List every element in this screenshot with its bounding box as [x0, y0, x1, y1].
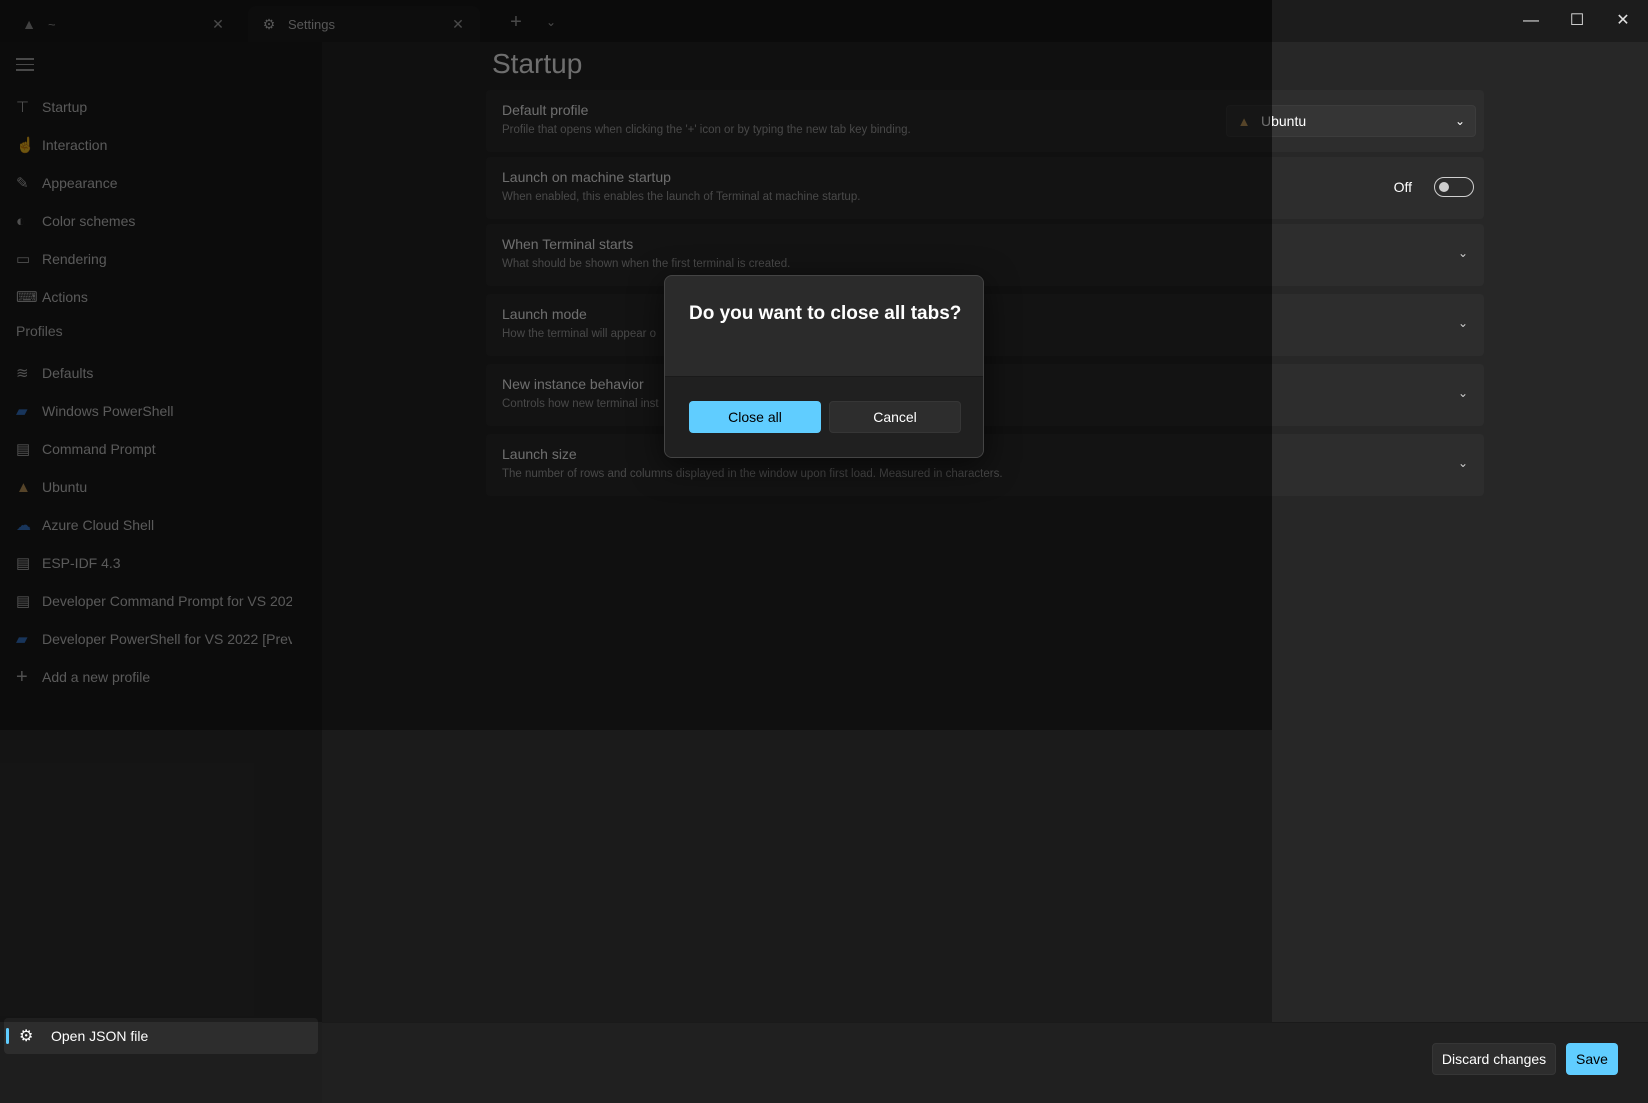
terminal-window: ▲ ~ ✕ ⚙ Settings ✕ + ⌄ — ☐ ✕ ⊤ Startup ☝…: [0, 0, 1648, 1103]
save-button[interactable]: Save: [1566, 1043, 1618, 1075]
open-json-label: Open JSON file: [51, 1028, 149, 1044]
chevron-down-icon[interactable]: ⌄: [1458, 386, 1468, 400]
selection-indicator: [6, 1028, 9, 1044]
cancel-button[interactable]: Cancel: [829, 401, 961, 433]
open-json-file-button[interactable]: ⚙ Open JSON file: [4, 1018, 318, 1054]
chevron-down-icon[interactable]: ⌄: [1458, 456, 1468, 470]
launch-on-startup-toggle[interactable]: [1434, 177, 1474, 197]
dialog-footer: Close all Cancel: [665, 376, 983, 457]
close-all-button[interactable]: Close all: [689, 401, 821, 433]
toggle-state-label: Off: [1393, 179, 1412, 195]
select-value: Ubuntu: [1261, 113, 1307, 129]
launch-on-startup-toggle-wrap: Off: [1394, 177, 1474, 197]
modal-overlay-dark: [0, 0, 1272, 730]
close-all-tabs-dialog: Do you want to close all tabs? Close all…: [664, 275, 984, 458]
discard-changes-button[interactable]: Discard changes: [1432, 1043, 1556, 1075]
minimize-button[interactable]: —: [1508, 0, 1554, 42]
toggle-knob: [1439, 182, 1449, 192]
chevron-down-icon[interactable]: ⌄: [1458, 316, 1468, 330]
dialog-title: Do you want to close all tabs?: [689, 303, 962, 324]
chevron-down-icon[interactable]: ⌄: [1458, 246, 1468, 260]
gear-icon: ⚙: [19, 1028, 34, 1045]
chevron-down-icon: ⌄: [1454, 114, 1466, 128]
settings-footer: Discard changes Save: [322, 1022, 1648, 1103]
maximize-button[interactable]: ☐: [1554, 0, 1600, 42]
close-window-button[interactable]: ✕: [1600, 0, 1646, 42]
